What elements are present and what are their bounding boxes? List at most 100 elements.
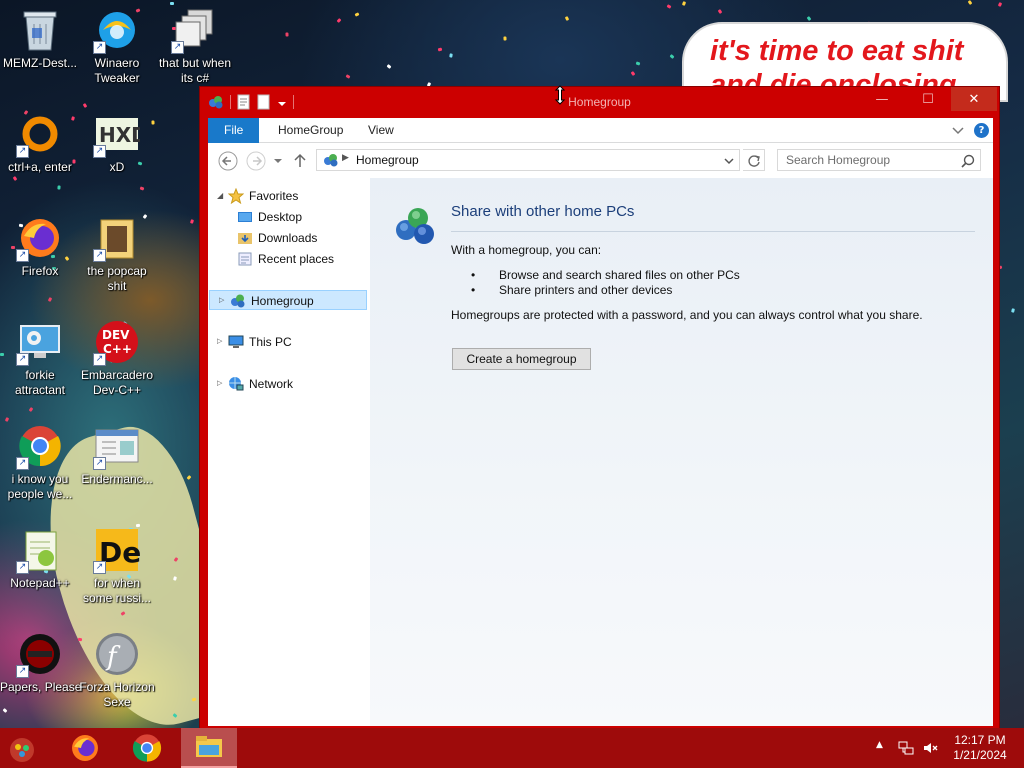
heading-divider [451, 231, 975, 232]
volume-muted-icon[interactable] [922, 740, 938, 756]
desktop-icon-ctrl-a-enter[interactable]: ↗ ctrl+a, enter [0, 110, 80, 175]
confetti-piece [666, 4, 672, 9]
tree-item-this-pc[interactable]: ▷ This PC [208, 332, 366, 352]
show-hidden-icons-icon[interactable]: ▲ [876, 740, 883, 750]
tree-item-homegroup[interactable]: ▷ Homegroup [209, 290, 367, 310]
collapse-arrow-icon[interactable]: ◢ [217, 186, 223, 206]
chrome-icon [132, 734, 162, 762]
desktop-icon-papers-please[interactable]: ↗ Papers, Please [0, 630, 81, 695]
confetti-piece [2, 708, 8, 713]
tree-item-desktop[interactable]: Desktop [208, 207, 366, 227]
minimize-button[interactable]: — [859, 87, 905, 111]
svg-text:HXD: HXD [99, 123, 140, 147]
list-item: Share printers and other devices [471, 283, 740, 298]
file-explorer-icon [196, 736, 222, 757]
this-pc-icon [228, 335, 244, 348]
tab-view[interactable]: View [355, 118, 407, 143]
svg-text:C++: C++ [103, 342, 132, 356]
expand-ribbon-icon[interactable] [951, 123, 965, 137]
windows-stack-icon: ↗ [171, 6, 219, 54]
desktop-icon-popcap[interactable]: ↗ the popcap shit [77, 214, 157, 294]
desktop-icon-firefox[interactable]: ↗ Firefox [0, 214, 80, 279]
svg-text:DEV: DEV [102, 328, 130, 342]
folder-popcap-icon: ↗ [93, 214, 141, 262]
expand-arrow-icon[interactable]: ▷ [217, 332, 222, 352]
desktop-icon-notepad-plus-plus[interactable]: ↗ Notepad++ [0, 526, 80, 591]
create-homegroup-button[interactable]: Create a homegroup [452, 348, 591, 370]
tab-file[interactable]: File [208, 118, 260, 143]
confetti-piece [1011, 308, 1015, 313]
taskbar-file-explorer[interactable] [181, 728, 237, 768]
star-icon [228, 188, 244, 204]
tab-homegroup[interactable]: HomeGroup [265, 118, 356, 143]
confetti-piece [681, 1, 687, 6]
desktop-icon-endermanch[interactable]: ↗ Endermanc... [77, 422, 157, 487]
desktop-icon-recycle-bin[interactable]: MEMZ-Dest... [0, 6, 80, 71]
confetti-piece [437, 47, 443, 52]
confetti-piece [669, 54, 675, 59]
desktop-icon-forkie-attractant[interactable]: ↗ forkie attractant [0, 318, 80, 398]
close-icon: ✕ [968, 91, 980, 107]
chrome-icon: ↗ [16, 422, 64, 470]
desktop-icon-that-but-when-its-csharp[interactable]: ↗ that but when its c# [155, 6, 235, 86]
search-input[interactable] [778, 150, 958, 170]
desktop-icon-chrome[interactable]: ↗ i know you people we... [0, 422, 80, 502]
address-dropdown-icon[interactable] [723, 155, 735, 167]
network-tray-icon[interactable] [898, 740, 914, 756]
desktop-icon-for-when-some-russi[interactable]: De ↗ for when some russi... [77, 526, 157, 606]
address-bar[interactable]: ▶ Homegroup [316, 149, 740, 171]
search-box[interactable] [777, 149, 981, 171]
desktop-icon-forza-horizon-sexe[interactable]: f Forza Horizon Sexe [77, 630, 157, 710]
flash-icon: f [93, 630, 141, 678]
homegroup-features-list: Browse and search shared files on other … [471, 268, 740, 298]
desktop-icon-xd[interactable]: HXD ↗ xD [77, 110, 157, 175]
taskbar: ▲ 12:17 PM 1/21/2024 [0, 728, 1024, 768]
firefox-icon: ↗ [16, 214, 64, 262]
confetti-piece [47, 297, 53, 302]
taskbar-chrome[interactable] [119, 728, 175, 768]
confetti-piece [189, 219, 195, 224]
confetti-piece [28, 407, 34, 412]
tree-item-downloads[interactable]: Downloads [208, 228, 366, 248]
breadcrumb-homegroup[interactable]: Homegroup [356, 153, 419, 167]
up-button[interactable] [292, 150, 308, 172]
close-button[interactable]: ✕ [951, 87, 997, 111]
tree-item-recent-places[interactable]: Recent places [208, 249, 366, 269]
devcpp-icon: DEV C++ ↗ [93, 318, 141, 366]
help-icon[interactable]: ? [974, 123, 989, 138]
taskbar-clock[interactable]: 12:17 PM 1/21/2024 [946, 733, 1014, 763]
minimize-icon: — [875, 91, 889, 107]
maximize-button[interactable]: ☐ [905, 87, 951, 111]
shortcut-arrow-icon: ↗ [16, 665, 29, 678]
confetti-piece [564, 16, 570, 21]
confetti-piece [635, 61, 641, 66]
confetti-piece [997, 2, 1003, 7]
shortcut-arrow-icon: ↗ [16, 249, 29, 262]
tree-item-network[interactable]: ▷ Network [208, 374, 366, 394]
expand-arrow-icon[interactable]: ▷ [219, 291, 224, 311]
desktop-icon-winaero-tweaker[interactable]: ↗ Winaero Tweaker [77, 6, 157, 86]
window-titlebar[interactable]: Homegroup — ☐ ✕ [200, 87, 999, 117]
confetti-piece [82, 103, 88, 108]
forward-button[interactable] [245, 150, 267, 172]
navigation-bar: ▶ Homegroup [208, 144, 993, 178]
shortcut-arrow-icon: ↗ [16, 353, 29, 366]
homegroup-heading: Share with other home PCs [451, 203, 635, 220]
app-window-icon: ↗ [93, 422, 141, 470]
recent-places-icon [238, 252, 252, 266]
recent-locations-icon[interactable] [271, 150, 285, 172]
tree-item-favorites[interactable]: ◢ Favorites [208, 186, 366, 206]
ribbon-tab-bar: File HomeGroup View ? [208, 118, 993, 143]
breadcrumb-chevron-icon[interactable]: ▶ [342, 153, 349, 163]
taskbar-firefox[interactable] [57, 728, 113, 768]
shortcut-arrow-icon: ↗ [93, 353, 106, 366]
back-button[interactable] [217, 150, 239, 172]
start-button[interactable] [8, 736, 36, 764]
homegroup-address-icon [324, 154, 338, 167]
desktop-icon-embarcadero-devcpp[interactable]: DEV C++ ↗ Embarcadero Dev-C++ [77, 318, 157, 398]
homegroup-password-note: Homegroups are protected with a password… [451, 308, 923, 322]
expand-arrow-icon[interactable]: ▷ [217, 374, 222, 394]
confetti-piece [186, 475, 192, 480]
refresh-button[interactable] [743, 149, 765, 171]
search-icon[interactable] [961, 154, 975, 168]
